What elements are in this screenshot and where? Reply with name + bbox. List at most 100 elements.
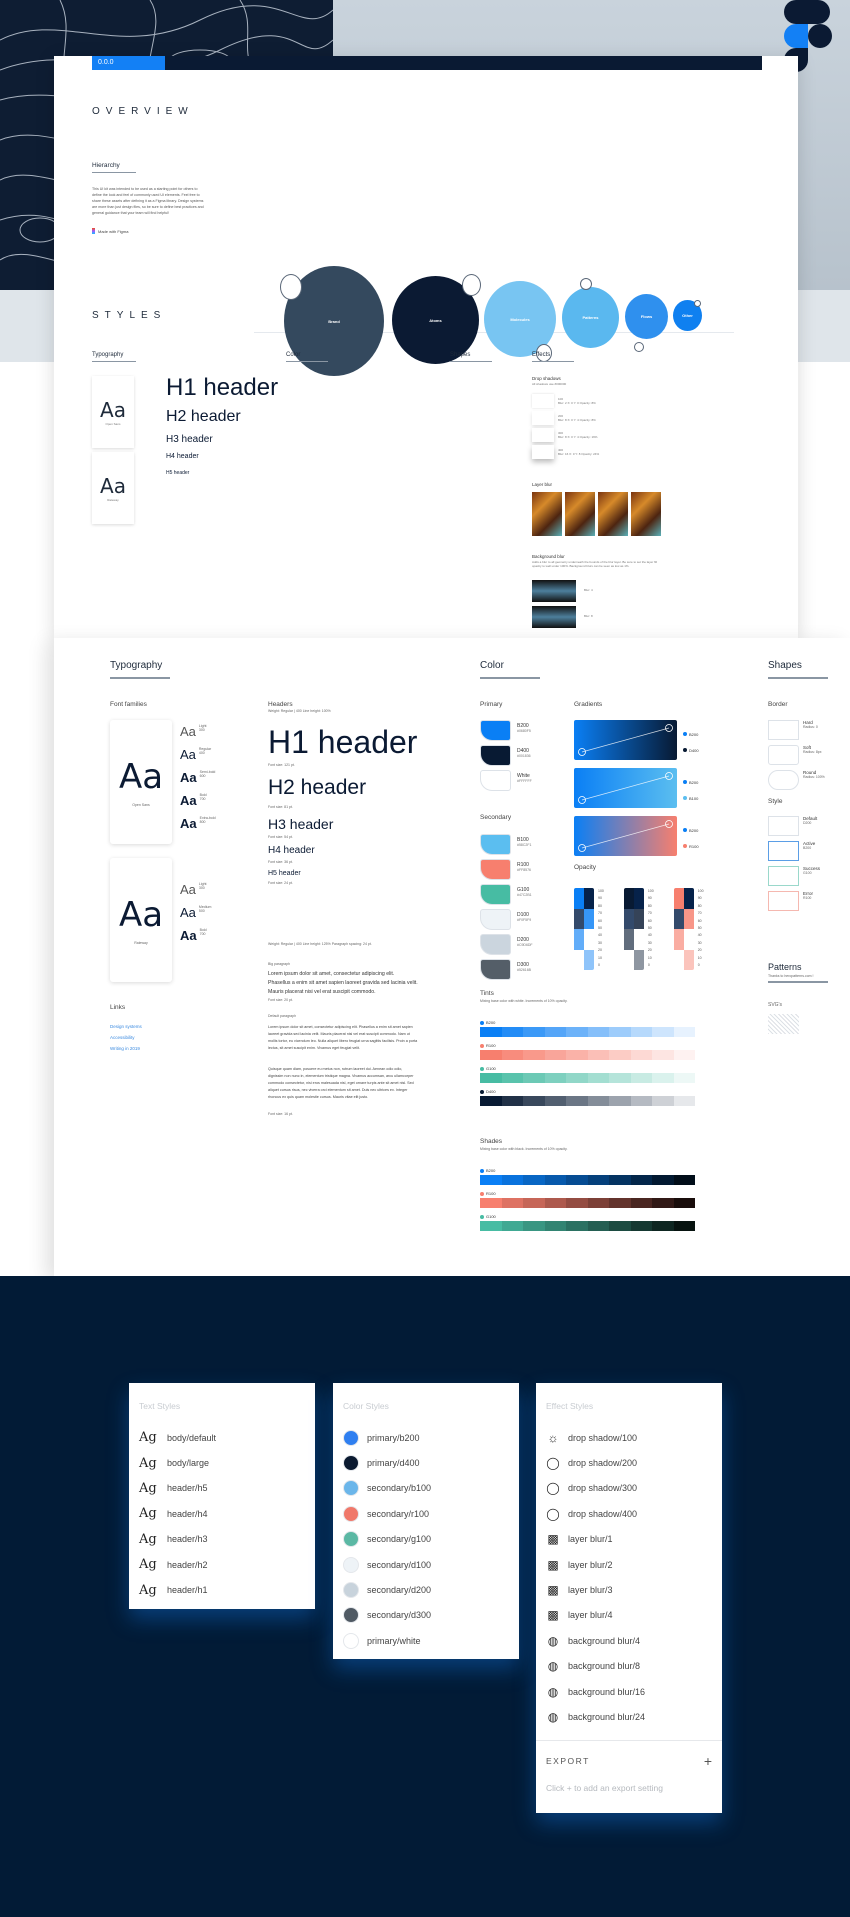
color-swatch[interactable]	[480, 859, 511, 880]
effect-styles-panel: Effect Styles ☼ drop shadow/100 ◯ drop shad…	[536, 1383, 722, 1813]
export-hint: Click + to add an export setting	[546, 1782, 663, 1793]
background-blur-sample	[532, 606, 576, 628]
color-style-item[interactable]: secondary/b100	[343, 1476, 509, 1501]
strip-cell	[652, 1096, 674, 1106]
color-strip	[480, 1027, 695, 1037]
strip-cell	[544, 1073, 566, 1083]
style-sample[interactable]	[768, 841, 799, 861]
opacity-step: 50	[697, 926, 702, 931]
color-swatch-row: White #FFFFFF	[480, 770, 532, 795]
opacity-step: 30	[697, 940, 702, 945]
text-style-icon: Ag	[139, 1531, 157, 1547]
text-style-item[interactable]: Ag header/h1	[139, 1577, 305, 1602]
effect-style-item[interactable]: ◍ background blur/4	[546, 1628, 712, 1653]
color-style-item[interactable]: secondary/g100	[343, 1527, 509, 1552]
opacity-cell	[623, 949, 634, 970]
effect-style-item[interactable]: ▩ layer blur/3	[546, 1577, 712, 1602]
shades-note: Mixing base color with black. Increments…	[480, 1147, 568, 1151]
color-swatch[interactable]	[480, 834, 511, 855]
color-swatch-row: B200 #0680F5	[480, 720, 532, 745]
secondary-swatches: B100 #58C2F1 R100 #FF8576 G100 #47C2B1 D100 #F0…	[480, 834, 533, 984]
version-badge: 0.0.0	[92, 56, 165, 70]
weight-row: Aa Semi-bold 600	[180, 770, 216, 785]
text-style-item[interactable]: Ag header/h5	[139, 1476, 305, 1501]
strip-cell	[673, 1050, 695, 1060]
strip-cell	[652, 1050, 674, 1060]
color-swatch[interactable]	[480, 745, 511, 766]
color-style-item[interactable]: primary/b200	[343, 1425, 509, 1450]
strip-cell	[609, 1175, 631, 1185]
color-swatch[interactable]	[480, 884, 511, 905]
link-writing-2019[interactable]: Writing in 2019	[110, 1046, 140, 1051]
effect-style-item[interactable]: ◍ background blur/24	[546, 1704, 712, 1729]
effect-style-item[interactable]: ◍ background blur/16	[546, 1679, 712, 1704]
made-with-figma[interactable]: Made with Figma	[92, 228, 128, 234]
opacity-step: 100	[598, 889, 604, 893]
color-swatch[interactable]	[480, 770, 511, 791]
text-style-icon: Ag	[139, 1480, 157, 1496]
color-swatch[interactable]	[480, 959, 511, 980]
tints-label: Tints	[480, 990, 494, 997]
stop-a-dot	[683, 828, 687, 832]
style-note: R100	[803, 896, 812, 900]
add-export-button[interactable]: +	[704, 1753, 712, 1769]
color-style-item[interactable]: secondary/d200	[343, 1577, 509, 1602]
color-style-item[interactable]: primary/d400	[343, 1450, 509, 1475]
strip-cell	[587, 1073, 609, 1083]
text-styles-panel: Text Styles Ag body/default Ag body/large Ag…	[129, 1383, 315, 1609]
text-style-item[interactable]: Ag header/h4	[139, 1501, 305, 1526]
opacity-step: 0	[647, 963, 650, 968]
effect-style-item[interactable]: ◯ drop shadow/400	[546, 1501, 712, 1526]
background-blur-note: Adds a blur to all geometry underneath t…	[532, 560, 657, 568]
strip-cell	[652, 1027, 674, 1037]
level-patterns[interactable]: Patterns	[562, 287, 619, 348]
opacity-step: 0	[697, 963, 700, 968]
gradient-swatch[interactable]	[574, 720, 677, 760]
color-style-name: secondary/b100	[367, 1483, 432, 1494]
text-style-item[interactable]: Ag header/h3	[139, 1527, 305, 1552]
color-style-item[interactable]: secondary/d300	[343, 1603, 509, 1628]
text-style-item[interactable]: Ag body/large	[139, 1450, 305, 1475]
color-swatch-row: B100 #58C2F1	[480, 834, 533, 859]
style-sample[interactable]	[768, 891, 799, 911]
link-accessibility[interactable]: Accessibility	[110, 1035, 135, 1040]
color-strip	[480, 1198, 695, 1208]
layer-blur-icon: ▩	[547, 1583, 559, 1598]
opacity-step: 30	[647, 940, 652, 945]
strip-cell	[609, 1027, 631, 1037]
style-sample[interactable]	[768, 866, 799, 886]
color-style-name: primary/white	[367, 1635, 421, 1646]
color-style-item[interactable]: primary/white	[343, 1628, 509, 1653]
color-style-item[interactable]: secondary/d100	[343, 1552, 509, 1577]
level-flows[interactable]: Flows	[625, 294, 668, 339]
link-design-systems[interactable]: Design systems	[110, 1024, 142, 1029]
color-swatch[interactable]	[480, 934, 511, 955]
color-swatch[interactable]	[480, 720, 511, 741]
stop-a-label: B200	[689, 731, 699, 737]
effect-style-item[interactable]: ▩ layer blur/1	[546, 1527, 712, 1552]
effect-style-item[interactable]: ◍ background blur/8	[546, 1654, 712, 1679]
opacity-step: 10	[697, 955, 702, 960]
effect-style-item[interactable]: ◯ drop shadow/200	[546, 1450, 712, 1475]
gradient-swatch[interactable]	[574, 816, 677, 856]
opacity-step: 80	[697, 903, 702, 908]
knob	[580, 278, 592, 290]
color-swatch[interactable]	[480, 909, 511, 930]
preview-typography-title: Typography	[92, 352, 136, 362]
background-blur-icon: ◍	[547, 1633, 559, 1648]
h3-size: Font size: 54 pt.	[268, 835, 293, 839]
gradient-swatch[interactable]	[574, 768, 677, 808]
headers-label: Headers	[268, 701, 293, 708]
text-style-item[interactable]: Ag header/h2	[139, 1552, 305, 1577]
preview-open-sans-card: Aa Open Sans	[92, 376, 134, 448]
effect-style-item[interactable]: ☼ drop shadow/100	[546, 1425, 712, 1450]
effect-style-item[interactable]: ▩ layer blur/2	[546, 1552, 712, 1577]
effect-style-item[interactable]: ◯ drop shadow/300	[546, 1476, 712, 1501]
style-sample[interactable]	[768, 816, 799, 836]
effect-style-item[interactable]: ▩ layer blur/4	[546, 1603, 712, 1628]
strip-cell	[673, 1073, 695, 1083]
border-label: Border	[768, 701, 788, 708]
text-style-item[interactable]: Ag body/default	[139, 1425, 305, 1450]
opacity-sample: 100 90 80 70 60 50 40 30 20 10 0	[623, 888, 654, 970]
color-style-item[interactable]: secondary/r100	[343, 1501, 509, 1526]
